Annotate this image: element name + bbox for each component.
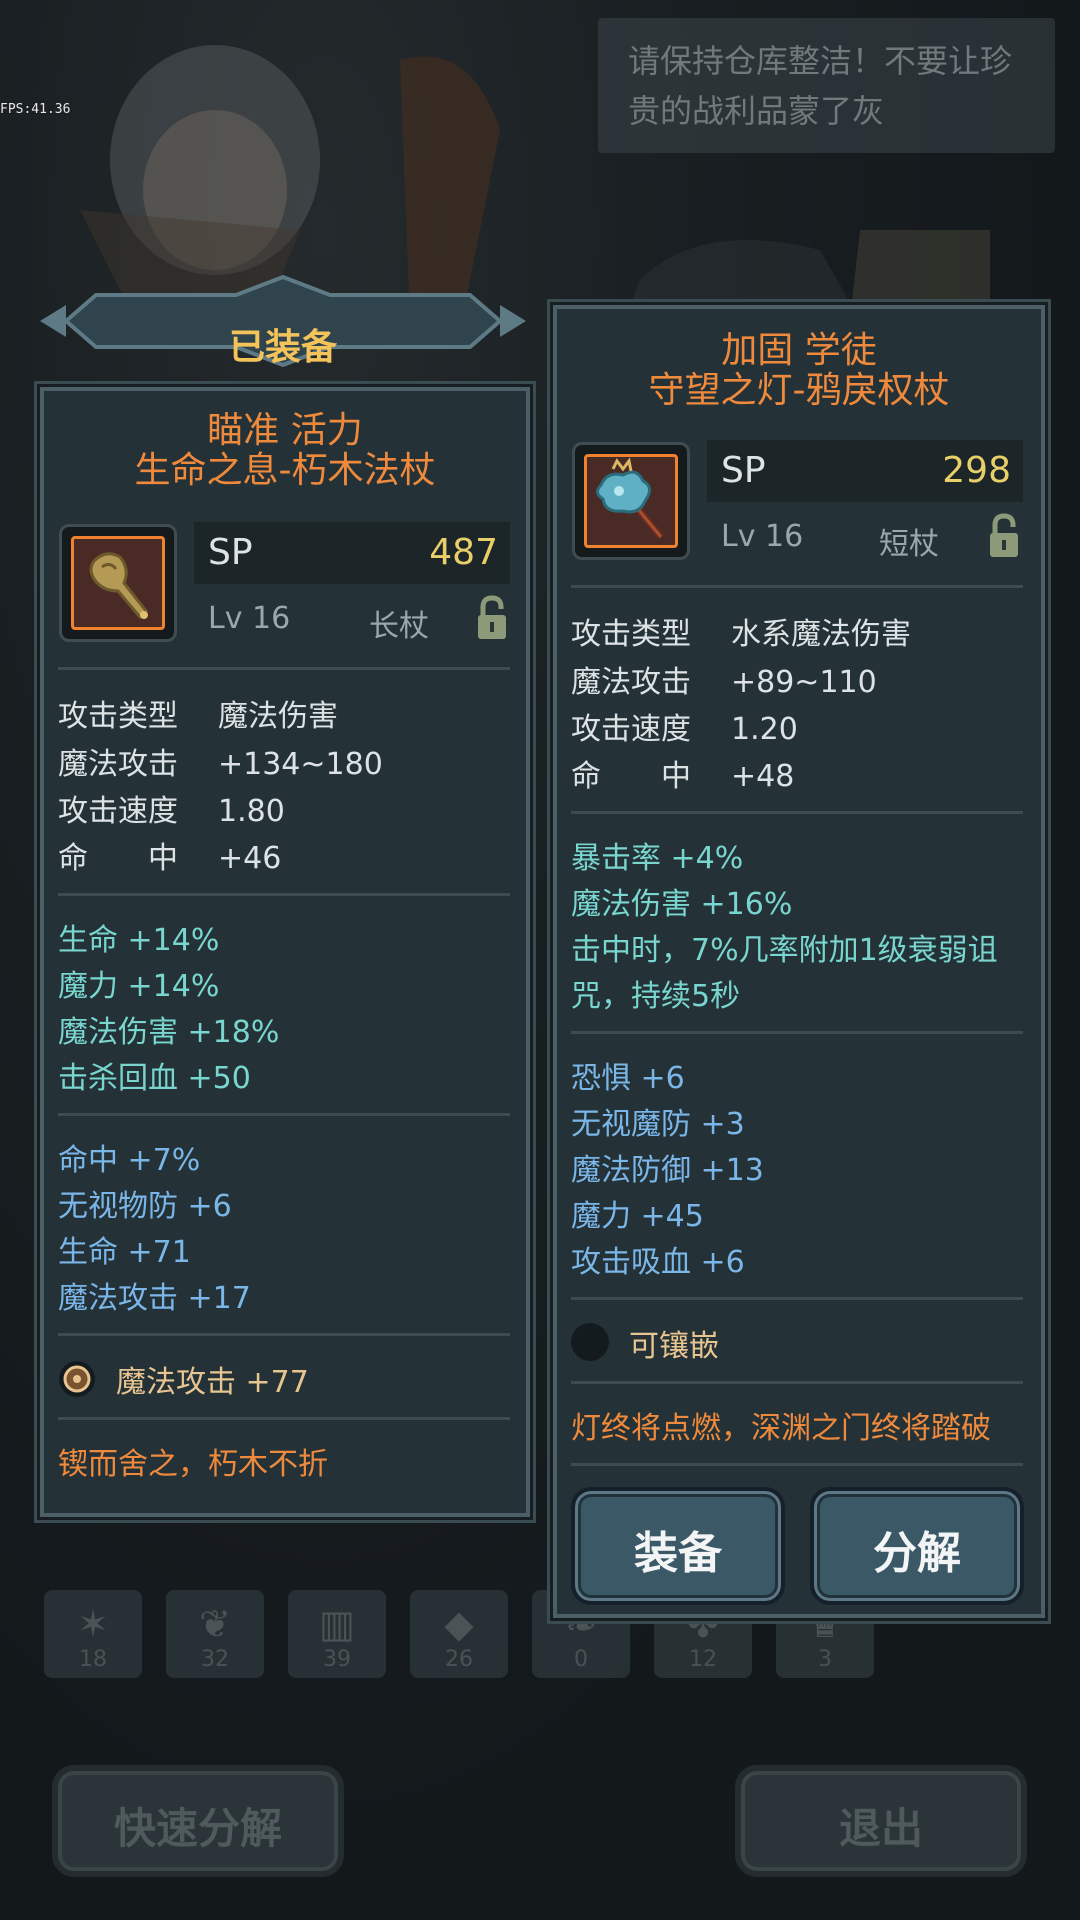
tab-pets[interactable]: ❦ 32 <box>166 1590 264 1678</box>
item-affix: 加固 学徒 <box>721 330 877 371</box>
speech-text: 请保持仓库整洁！不要让珍贵的战利品蒙了灰 <box>628 42 1013 130</box>
equipped-title: 已装备 <box>228 327 337 368</box>
tab-count: 39 <box>323 1647 351 1672</box>
divider <box>571 1463 1023 1466</box>
divider <box>571 585 1023 588</box>
weapon-type: 短杖 <box>879 527 939 562</box>
tab-count: 12 <box>689 1647 717 1672</box>
quick-dismantle-label: 快速分解 <box>113 1804 282 1853</box>
compare-item-panel: 加固 学徒 守望之灯-鸦戾权杖 SP 298 Lv 16 短杖 攻击类型 水系魔法… <box>553 305 1045 1618</box>
extra-stat: 攻击吸血 +6 <box>571 1245 745 1280</box>
bonus-stat: 魔力 +14% <box>58 969 220 1004</box>
diamond-icon: ◆ <box>444 1602 474 1646</box>
book-icon: ▥ <box>319 1602 355 1646</box>
stat-row: 攻击速度 1.20 <box>571 712 798 747</box>
stat-row: 魔法攻击 +134~180 <box>58 747 383 782</box>
lock-icon[interactable] <box>988 513 1020 559</box>
quick-dismantle-button[interactable]: 快速分解 <box>52 1765 344 1877</box>
tab-weapons[interactable]: ✶ 18 <box>44 1590 142 1678</box>
divider <box>571 1031 1023 1034</box>
extra-stat: 魔法防御 +13 <box>571 1153 764 1188</box>
tab-count: 18 <box>79 1647 107 1672</box>
socket-label: 可镶嵌 <box>629 1329 719 1364</box>
bonus-stat: 暴击率 +4% <box>571 841 744 876</box>
stat-row: 魔法攻击 +89~110 <box>571 665 877 700</box>
equipped-item-panel: 瞄准 活力 生命之息-朽木法杖 SP 487 Lv 16 长杖 攻击类型 魔法伤害… <box>40 387 530 1517</box>
sp-value: 487 <box>429 532 498 573</box>
extra-stat: 生命 +71 <box>58 1235 191 1270</box>
tab-count: 32 <box>201 1647 229 1672</box>
item-name: 守望之灯-鸦戾权杖 <box>648 370 950 411</box>
wooden-staff-icon <box>71 536 165 630</box>
equip-button[interactable]: 装备 <box>571 1487 785 1605</box>
bonus-stat: 生命 +14% <box>58 923 220 958</box>
divider <box>58 1417 510 1420</box>
divider <box>58 1333 510 1336</box>
flavor-text: 灯终将点燃，深渊之门终将踏破 <box>571 1411 991 1446</box>
stat-row: 攻击速度 1.80 <box>58 794 285 829</box>
extra-stat: 魔力 +45 <box>571 1199 704 1234</box>
sp-box: SP 487 <box>194 522 510 584</box>
bonus-stat: 魔法伤害 +18% <box>58 1015 280 1050</box>
dismantle-button[interactable]: 分解 <box>810 1487 1024 1605</box>
item-level: Lv 16 <box>721 519 804 554</box>
stat-row: 命 中 +46 <box>58 841 282 876</box>
tab-count: 0 <box>574 1647 588 1672</box>
divider <box>571 1297 1023 1300</box>
sp-box: SP 298 <box>707 440 1023 502</box>
item-name: 生命之息-朽木法杖 <box>134 450 436 491</box>
item-icon-frame <box>59 524 177 642</box>
dismantle-label: 分解 <box>873 1528 961 1579</box>
tab-count: 26 <box>445 1647 473 1672</box>
empty-socket-icon <box>571 1323 609 1361</box>
bonus-stat: 击中时，7%几率附加1级衰弱诅 <box>571 933 998 968</box>
item-icon-frame <box>572 442 690 560</box>
extra-stat: 命中 +7% <box>58 1143 201 1178</box>
bonus-stat: 魔法伤害 +16% <box>571 887 793 922</box>
item-level: Lv 16 <box>208 601 291 636</box>
tab-gems[interactable]: ◆ 26 <box>410 1590 508 1678</box>
exit-button[interactable]: 退出 <box>735 1765 1027 1877</box>
sp-value: 298 <box>942 450 1011 491</box>
crystal-scepter-icon <box>584 454 678 548</box>
fps-counter: FPS:41.36 <box>0 102 71 117</box>
extra-stat: 恐惧 +6 <box>571 1061 685 1096</box>
gem-icon <box>59 1361 95 1397</box>
extra-stat: 无视物防 +6 <box>58 1189 232 1224</box>
divider <box>58 893 510 896</box>
flavor-text: 锲而舍之，朽木不折 <box>58 1447 328 1482</box>
stat-row: 攻击类型 魔法伤害 <box>58 699 338 734</box>
sp-label: SP <box>208 532 253 573</box>
bonus-stat: 击杀回血 +50 <box>58 1061 251 1096</box>
divider <box>571 811 1023 814</box>
divider <box>58 1113 510 1116</box>
stat-row: 攻击类型 水系魔法伤害 <box>571 617 911 652</box>
tab-books[interactable]: ▥ 39 <box>288 1590 386 1678</box>
sp-label: SP <box>721 450 766 491</box>
weapon-type: 长杖 <box>369 609 429 644</box>
tab-count: 3 <box>818 1647 832 1672</box>
equip-label: 装备 <box>634 1528 722 1579</box>
item-affix: 瞄准 活力 <box>207 410 363 451</box>
gem-stat: 魔法攻击 +77 <box>116 1365 309 1400</box>
bonus-stat: 咒，持续5秒 <box>571 979 741 1014</box>
weapon-icon: ✶ <box>77 1602 109 1646</box>
paw-icon: ❦ <box>199 1602 231 1646</box>
divider <box>58 667 510 670</box>
lock-icon[interactable] <box>476 595 508 641</box>
extra-stat: 魔法攻击 +17 <box>58 1281 251 1316</box>
divider <box>571 1381 1023 1384</box>
stat-row: 命 中 +48 <box>571 759 795 794</box>
exit-label: 退出 <box>838 1804 923 1853</box>
extra-stat: 无视魔防 +3 <box>571 1107 745 1142</box>
speech-bubble: 请保持仓库整洁！不要让珍贵的战利品蒙了灰 <box>598 18 1055 153</box>
